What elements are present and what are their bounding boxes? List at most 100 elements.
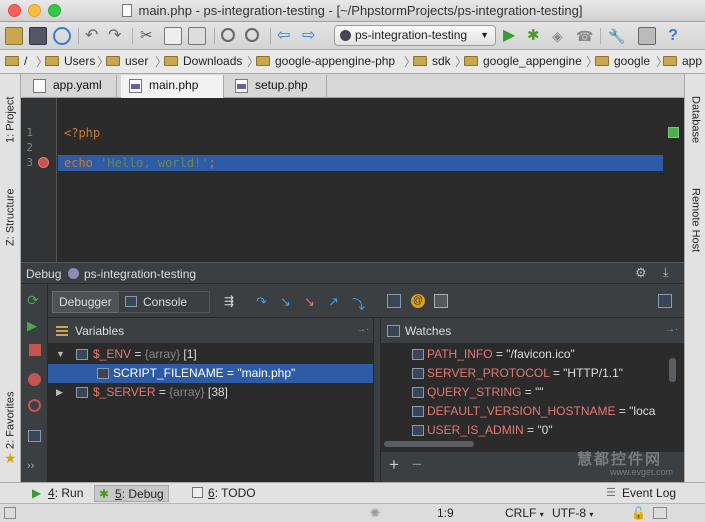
- help-icon[interactable]: ?: [664, 27, 682, 45]
- redo-icon[interactable]: ↷: [108, 27, 126, 45]
- watch-item[interactable]: DEFAULT_VERSION_HOSTNAME = "loca: [412, 402, 655, 421]
- expanded-arrow-icon[interactable]: ▼: [56, 345, 65, 364]
- forward-icon[interactable]: ⇨: [302, 27, 320, 45]
- evaluate-expression-icon[interactable]: [387, 294, 401, 308]
- force-step-into-icon[interactable]: ↘: [304, 294, 318, 309]
- step-out-icon[interactable]: ↗: [328, 294, 342, 309]
- coverage-icon[interactable]: ◈: [552, 27, 570, 45]
- todo-tool-button[interactable]: 6: TODO: [188, 485, 260, 502]
- folder-icon: [106, 56, 120, 66]
- breadcrumb-item[interactable]: Users: [45, 54, 95, 68]
- tab-main-php[interactable]: main.php: [121, 75, 224, 98]
- line-separator[interactable]: CRLF ▾: [505, 506, 544, 520]
- project-tool-tab[interactable]: 1: Project: [1, 80, 20, 160]
- open-folder-icon[interactable]: [5, 27, 23, 45]
- breadcrumb-item[interactable]: /: [5, 54, 27, 68]
- more-icon[interactable]: ››: [27, 460, 42, 475]
- breadcrumb-item[interactable]: app: [663, 54, 702, 68]
- folder-icon: [413, 56, 427, 66]
- sdk-icon[interactable]: [638, 27, 656, 45]
- tab-setup-php[interactable]: setup.php: [227, 75, 327, 98]
- yaml-file-icon: [33, 79, 46, 93]
- horizontal-scrollbar[interactable]: [384, 441, 474, 447]
- tab-app-yaml[interactable]: app.yaml: [25, 75, 117, 98]
- undo-icon[interactable]: ↶: [85, 27, 103, 45]
- tab-debugger[interactable]: Debugger: [52, 291, 119, 313]
- status-toggle-icon[interactable]: [4, 507, 16, 519]
- inspection-ok-icon[interactable]: [668, 127, 679, 138]
- code-editor[interactable]: 1 2 3 <?php echo 'Hello, world!';: [21, 98, 684, 262]
- show-execution-point-icon[interactable]: ⇶: [224, 294, 238, 308]
- breadcrumb-item[interactable]: google_appengine: [464, 54, 582, 68]
- sync-icon[interactable]: [53, 27, 71, 45]
- breadcrumb-item[interactable]: google-appengine-php: [256, 54, 395, 68]
- tree-row-selected[interactable]: SCRIPT_FILENAME = "main.php": [48, 364, 373, 383]
- paste-icon[interactable]: [188, 27, 206, 45]
- panel-splitter[interactable]: [373, 318, 381, 482]
- hide-panel-icon[interactable]: ⤓: [663, 265, 668, 280]
- step-over-icon[interactable]: ↷: [256, 294, 270, 309]
- inspector-icon[interactable]: [653, 507, 667, 519]
- mute-breakpoints-icon[interactable]: [28, 399, 41, 412]
- event-log-button[interactable]: ☰ Event Log: [602, 485, 680, 502]
- favorites-tool-tab[interactable]: 2: Favorites: [1, 380, 20, 460]
- pin-icon[interactable]: →·: [356, 324, 369, 335]
- tab-console[interactable]: Console: [118, 291, 210, 313]
- gear-icon[interactable]: ⚙: [635, 265, 647, 281]
- breadcrumb-item[interactable]: Downloads: [164, 54, 242, 68]
- stop-icon[interactable]: [29, 344, 41, 356]
- rerun-icon[interactable]: ⟳: [27, 292, 42, 308]
- add-watch-button[interactable]: +: [389, 455, 399, 475]
- folder-icon: [595, 56, 609, 66]
- watch-item[interactable]: SERVER_PROTOCOL = "HTTP/1.1": [412, 364, 623, 383]
- settings-wrench-icon[interactable]: 🔧: [608, 27, 626, 45]
- watermark-text: 慧都控件网: [577, 451, 663, 468]
- watch-item[interactable]: USER_IS_ADMIN = "0": [412, 421, 553, 440]
- debug-tool-button[interactable]: ✱ 5: Debug: [94, 485, 169, 502]
- run-configuration-select[interactable]: ps-integration-testing ▼: [334, 25, 496, 46]
- breadcrumb-item[interactable]: google: [595, 54, 650, 68]
- back-icon[interactable]: ⇦: [277, 27, 295, 45]
- copy-icon[interactable]: [164, 27, 182, 45]
- run-icon[interactable]: ▶: [503, 27, 521, 45]
- listen-debug-icon[interactable]: ☎: [576, 27, 594, 45]
- variables-tree[interactable]: ▼ $_ENV = {array} [1] SCRIPT_FILENAME = …: [48, 344, 373, 482]
- step-into-icon[interactable]: ↘: [280, 294, 294, 309]
- find-icon[interactable]: [221, 28, 235, 42]
- pin-icon[interactable]: →·: [665, 324, 678, 335]
- vertical-scrollbar[interactable]: [669, 358, 676, 382]
- remove-watch-button[interactable]: −: [412, 455, 422, 475]
- remote-host-tool-tab[interactable]: Remote Host: [686, 174, 705, 266]
- editor-gutter[interactable]: 1 2 3: [21, 98, 57, 262]
- breakpoint-icon[interactable]: [38, 157, 49, 168]
- replace-icon[interactable]: [245, 28, 259, 42]
- right-tool-strip: Database Remote Host: [684, 74, 705, 482]
- file-encoding[interactable]: UTF-8 ▾: [552, 506, 593, 520]
- watch-item[interactable]: PATH_INFO = "/favicon.ico": [412, 345, 575, 364]
- watches-list[interactable]: PATH_INFO = "/favicon.ico" SERVER_PROTOC…: [381, 344, 684, 452]
- view-breakpoints-icon[interactable]: [28, 373, 41, 386]
- debug-bug-icon[interactable]: ✱: [527, 27, 545, 45]
- tree-row[interactable]: ▼ $_ENV = {array} [1]: [48, 345, 373, 364]
- restore-layout-icon[interactable]: [658, 294, 672, 308]
- tree-row[interactable]: ▶ $_SERVER = {array} [38]: [48, 383, 373, 402]
- lock-icon[interactable]: 🔓: [631, 506, 646, 520]
- debug-session-tab[interactable]: ps-integration-testing: [68, 267, 196, 281]
- run-to-cursor-icon[interactable]: ⤵: [352, 294, 366, 312]
- collapsed-arrow-icon[interactable]: ▶: [56, 383, 63, 402]
- layout-settings-icon[interactable]: [434, 294, 448, 308]
- structure-tool-tab[interactable]: Z: Structure: [1, 172, 20, 262]
- breadcrumb-item[interactable]: sdk: [413, 54, 451, 68]
- watch-at-icon[interactable]: @: [411, 294, 425, 308]
- database-tool-tab[interactable]: Database: [686, 80, 705, 160]
- layout-icon[interactable]: [28, 430, 41, 442]
- breadcrumb-item[interactable]: user: [106, 54, 148, 68]
- folder-icon: [5, 56, 19, 66]
- watch-item[interactable]: QUERY_STRING = "": [412, 383, 544, 402]
- caret-position[interactable]: 1:9: [437, 506, 454, 520]
- toolbar-separator: [600, 28, 601, 44]
- run-tool-button[interactable]: ▶ 4: Run: [28, 485, 87, 502]
- cut-icon[interactable]: ✂: [140, 27, 158, 45]
- save-icon[interactable]: [29, 27, 47, 45]
- resume-icon[interactable]: ▶: [27, 318, 42, 333]
